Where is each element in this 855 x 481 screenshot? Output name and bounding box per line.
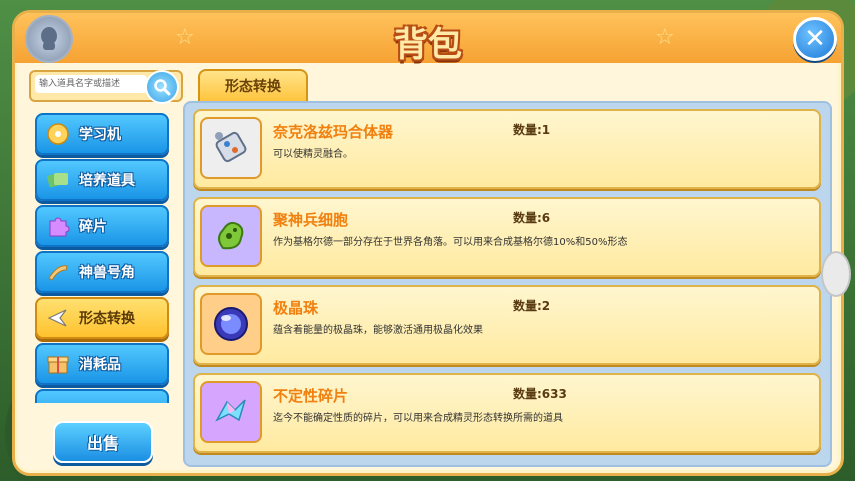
close-button[interactable]: ✕ bbox=[793, 17, 837, 61]
sidebar-item-other[interactable] bbox=[35, 389, 169, 403]
bag-panel: ☆ ☆ 背包 ✕ 学习机 培养道具 碎片 神兽号角 bbox=[12, 10, 851, 476]
item-description: 迄今不能确定性质的碎片，可以用来合成精灵形态转换所需的道具 bbox=[273, 413, 563, 424]
puzzle-icon bbox=[45, 213, 71, 239]
tab-form-change[interactable]: 形态转换 bbox=[198, 69, 308, 103]
sell-button[interactable]: 出售 bbox=[53, 421, 153, 463]
orb-icon bbox=[200, 293, 262, 355]
item-description: 蕴含着能量的极晶珠，能够激活通用极晶化效果 bbox=[273, 325, 483, 336]
list-item[interactable]: 极晶珠 数量:2 蕴含着能量的极晶珠，能够激活通用极晶化效果 bbox=[193, 285, 821, 365]
sidebar-item-label: 神兽号角 bbox=[79, 265, 135, 281]
item-name: 聚神兵细胞 bbox=[273, 211, 349, 229]
search-input[interactable] bbox=[35, 75, 147, 93]
horn-icon bbox=[45, 259, 71, 285]
category-sidebar: 学习机 培养道具 碎片 神兽号角 形态转换 消耗品 bbox=[33, 103, 173, 403]
search-icon bbox=[154, 79, 171, 96]
close-icon: ✕ bbox=[804, 24, 826, 54]
item-description: 作为基格尔德一部分存在于世界各角落。可以用来合成基格尔德10%和50%形态 bbox=[273, 237, 628, 248]
item-count: 数量:2 bbox=[513, 299, 551, 313]
sidebar-item-label: 消耗品 bbox=[79, 357, 121, 373]
search-box bbox=[29, 70, 183, 104]
list-item[interactable]: 不定性碎片 数量:633 迄今不能确定性质的碎片，可以用来合成精灵形态转换所需的… bbox=[193, 373, 821, 453]
item-count: 数量:1 bbox=[513, 123, 551, 137]
item-name: 不定性碎片 bbox=[273, 387, 349, 405]
sidebar-item-form-change[interactable]: 形态转换 bbox=[35, 297, 169, 339]
sidebar-item-learning-machine[interactable]: 学习机 bbox=[35, 113, 169, 155]
device-icon bbox=[200, 117, 262, 179]
sidebar-item-label: 碎片 bbox=[79, 219, 107, 235]
sidebar-item-training-items[interactable]: 培养道具 bbox=[35, 159, 169, 201]
side-drawer-handle[interactable] bbox=[821, 251, 851, 297]
list-item[interactable]: 奈克洛兹玛合体器 数量:1 可以使精灵融合。 bbox=[193, 109, 821, 189]
sidebar-item-fragments[interactable]: 碎片 bbox=[35, 205, 169, 247]
item-list[interactable]: 奈克洛兹玛合体器 数量:1 可以使精灵融合。 聚神兵细胞 数量:6 作为基格尔德… bbox=[183, 101, 832, 467]
arrow-icon bbox=[45, 305, 71, 331]
item-name: 奈克洛兹玛合体器 bbox=[273, 123, 394, 141]
cell-icon bbox=[200, 205, 262, 267]
box-icon bbox=[45, 351, 71, 377]
disc-icon bbox=[45, 121, 71, 147]
avatar-icon bbox=[25, 15, 73, 63]
sidebar-item-label: 培养道具 bbox=[79, 173, 135, 189]
list-item[interactable]: 聚神兵细胞 数量:6 作为基格尔德一部分存在于世界各角落。可以用来合成基格尔德1… bbox=[193, 197, 821, 277]
item-count: 数量:633 bbox=[513, 387, 567, 401]
sidebar-item-label: 形态转换 bbox=[79, 311, 135, 327]
title-bar: ☆ ☆ 背包 bbox=[15, 13, 841, 65]
page-title: 背包 bbox=[394, 25, 462, 65]
item-count: 数量:6 bbox=[513, 211, 551, 225]
item-description: 可以使精灵融合。 bbox=[273, 149, 353, 160]
sidebar-item-beast-horn[interactable]: 神兽号角 bbox=[35, 251, 169, 293]
item-name: 极晶珠 bbox=[273, 299, 319, 317]
cards-icon bbox=[45, 167, 71, 193]
sidebar-item-label: 学习机 bbox=[79, 127, 121, 143]
sidebar-item-consumables[interactable]: 消耗品 bbox=[35, 343, 169, 385]
search-button[interactable] bbox=[145, 70, 179, 104]
shard-icon bbox=[200, 381, 262, 443]
